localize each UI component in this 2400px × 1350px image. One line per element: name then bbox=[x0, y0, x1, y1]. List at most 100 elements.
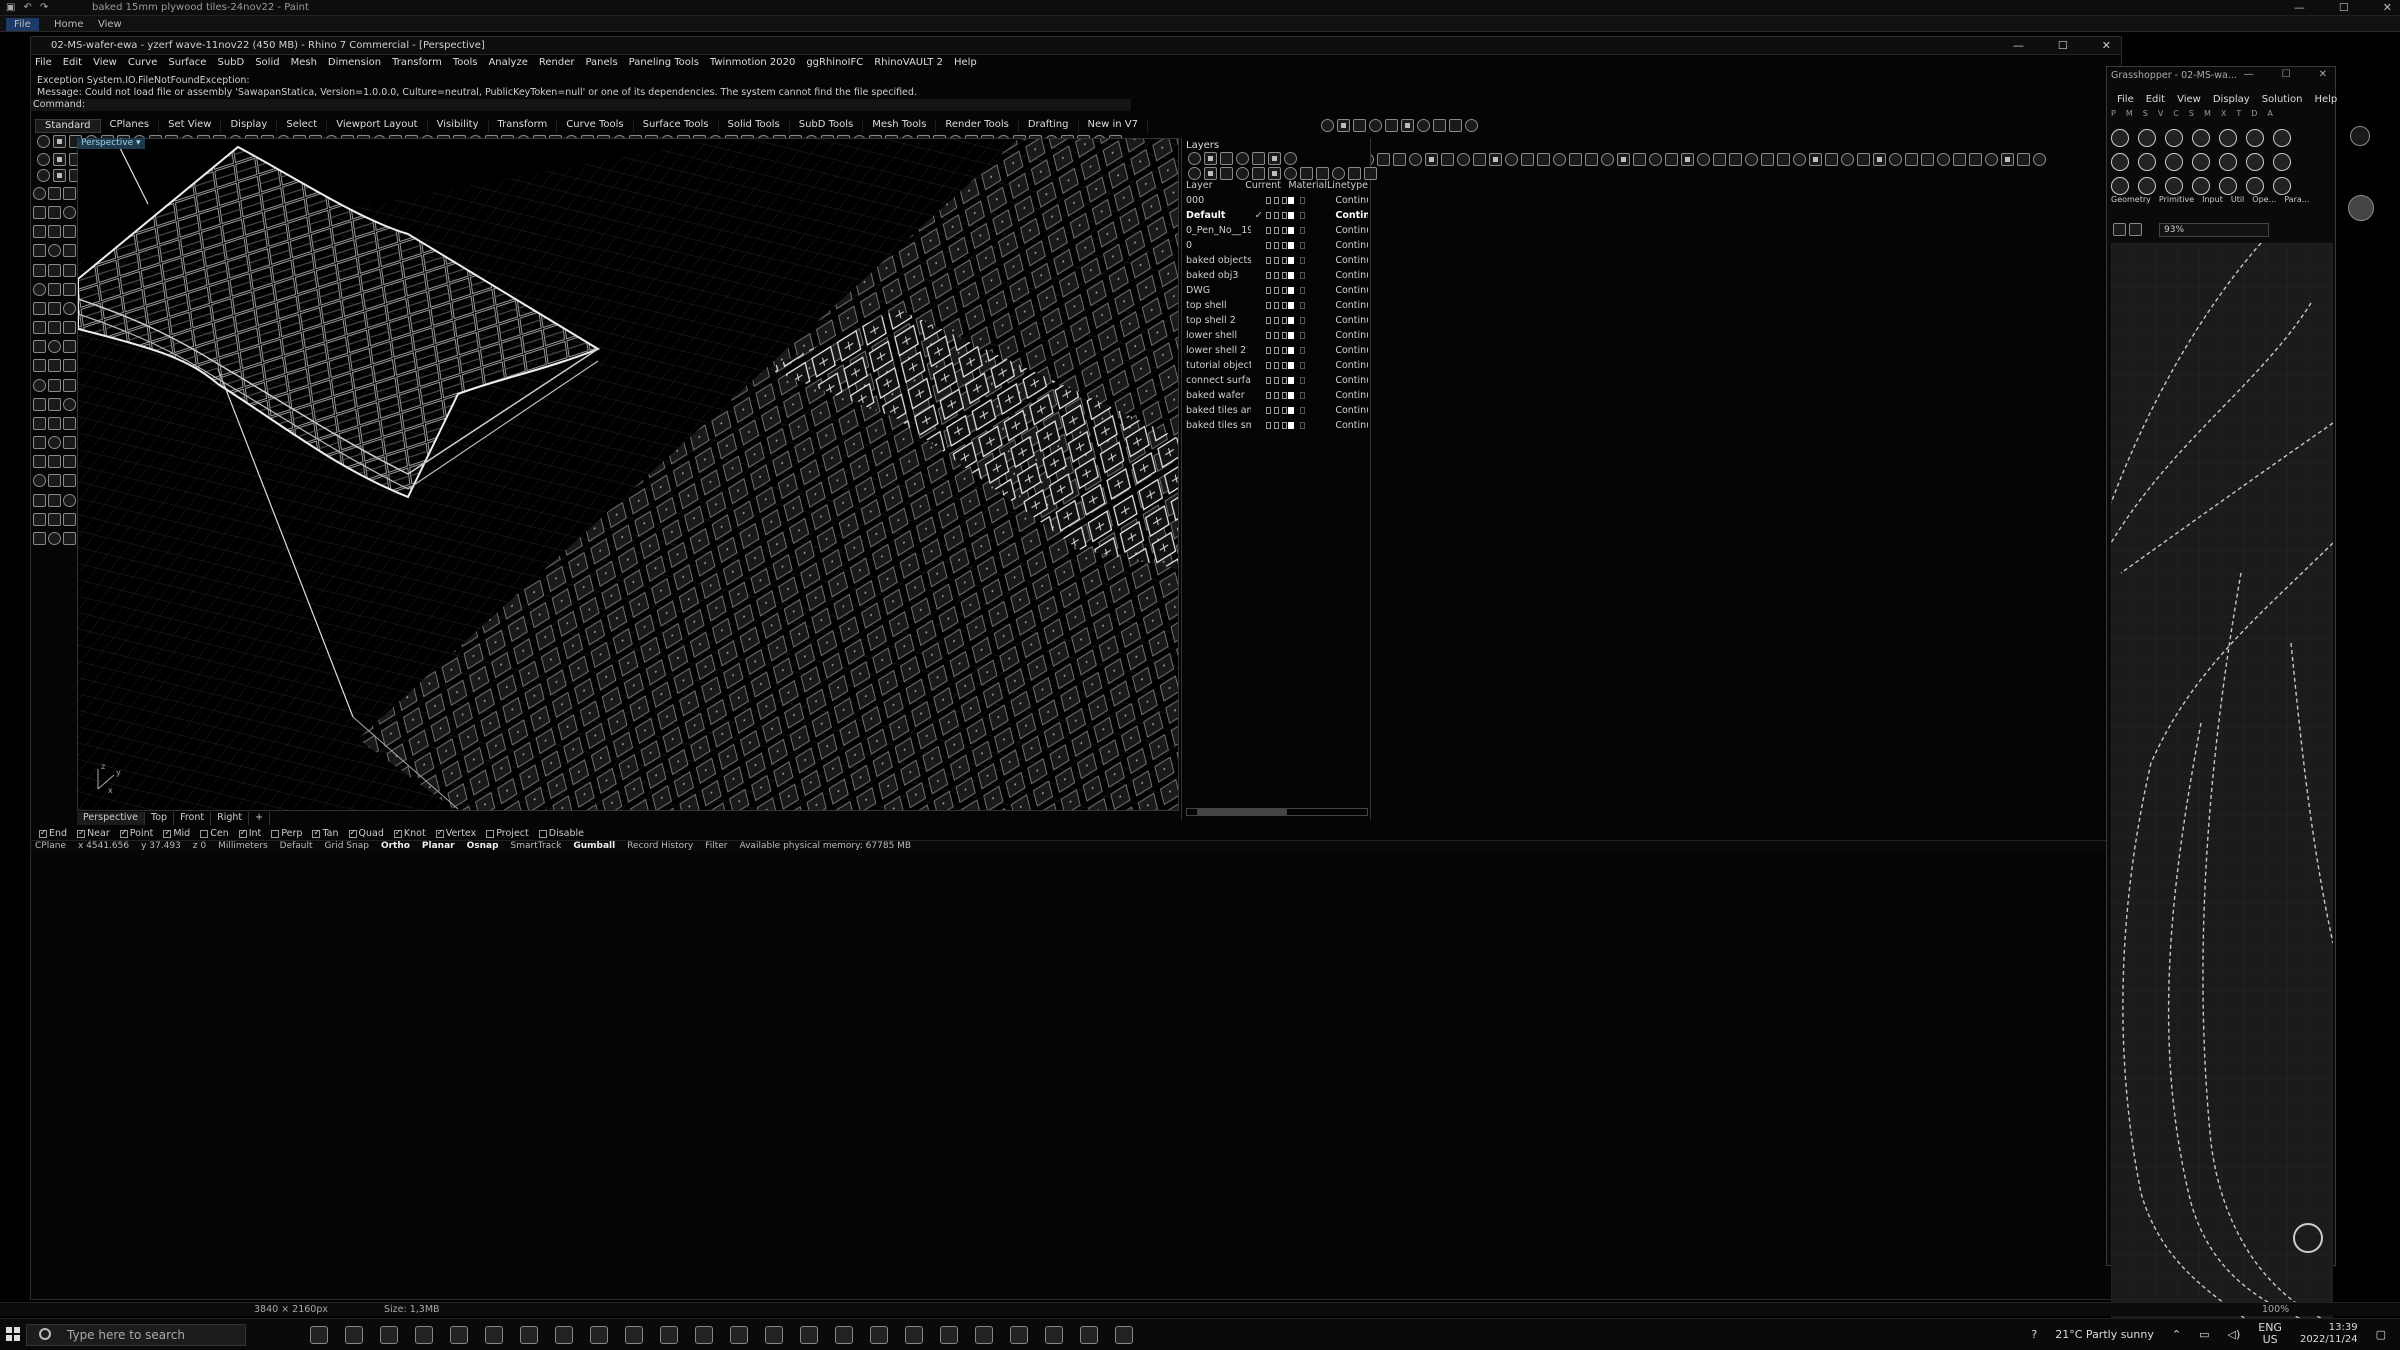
gh-component-icon[interactable] bbox=[2192, 153, 2210, 171]
layer-visibility-icons[interactable] bbox=[1266, 317, 1288, 324]
print-icon[interactable] bbox=[1282, 302, 1288, 309]
taskbar-app-icon[interactable] bbox=[835, 1326, 853, 1344]
gumball-toggle[interactable]: Gumball bbox=[573, 841, 615, 852]
record-history-toggle[interactable]: Record History bbox=[627, 841, 693, 852]
lock-icon[interactable] bbox=[1274, 212, 1280, 219]
viewport-tab[interactable]: Right bbox=[211, 812, 250, 825]
render-tool-icon[interactable] bbox=[1777, 153, 1790, 166]
layer-linetype[interactable]: Continuous bbox=[1335, 315, 1368, 326]
render-tool-icon[interactable] bbox=[1409, 153, 1422, 166]
palette-tool-icon[interactable] bbox=[48, 531, 61, 545]
sphere-icon[interactable] bbox=[2350, 126, 2370, 146]
viewport-title[interactable]: Perspective ▾ bbox=[77, 138, 145, 149]
gh-category-label[interactable]: Primitive bbox=[2159, 195, 2194, 204]
taskbar-app-icon[interactable] bbox=[800, 1326, 818, 1344]
taskbar-app-icon[interactable] bbox=[975, 1326, 993, 1344]
toolbar-tab[interactable]: Drafting bbox=[1019, 119, 1079, 133]
menu-item[interactable]: Mesh bbox=[291, 57, 317, 72]
layer-row[interactable]: tutorial object Continuous bbox=[1186, 358, 1368, 373]
palette-tool-icon[interactable] bbox=[63, 301, 76, 315]
menu-item[interactable]: Panels bbox=[585, 57, 617, 72]
palette-tool-icon[interactable] bbox=[33, 397, 46, 411]
lock-icon[interactable] bbox=[1274, 287, 1280, 294]
gh-ribbon-tab[interactable]: D bbox=[2251, 109, 2257, 119]
layer-color-swatch[interactable] bbox=[1288, 287, 1294, 294]
gh-category-label[interactable]: Ope... bbox=[2252, 195, 2276, 204]
gh-menu-item[interactable]: File bbox=[2117, 94, 2134, 105]
render-tool-icon[interactable] bbox=[1713, 153, 1726, 166]
windows-start-icon[interactable] bbox=[6, 1327, 20, 1341]
print-icon[interactable] bbox=[1282, 257, 1288, 264]
layer-linetype[interactable]: Continuous bbox=[1335, 225, 1368, 236]
layer-tool-icon[interactable] bbox=[1364, 167, 1377, 180]
smarttrack-toggle[interactable]: SmartTrack bbox=[511, 841, 562, 852]
palette-tool-icon[interactable] bbox=[33, 321, 46, 335]
layer-tool-icon[interactable] bbox=[1188, 167, 1201, 180]
gh-component-icon[interactable] bbox=[2165, 129, 2183, 147]
grasshopper-zoom-field[interactable]: 93% bbox=[2159, 223, 2269, 237]
planar-toggle[interactable]: Planar bbox=[422, 841, 455, 852]
taskbar-app-icon[interactable] bbox=[590, 1326, 608, 1344]
layer-row[interactable]: 0 Continuous bbox=[1186, 238, 1368, 253]
layer-tool-icon[interactable] bbox=[1236, 152, 1249, 165]
menu-item[interactable]: Edit bbox=[63, 57, 82, 72]
bulb-icon[interactable] bbox=[1266, 227, 1272, 234]
open-icon[interactable] bbox=[2129, 223, 2142, 236]
print-icon[interactable] bbox=[1282, 287, 1288, 294]
layer-color-swatch[interactable] bbox=[1288, 377, 1294, 384]
menu-item[interactable]: Render bbox=[539, 57, 575, 72]
osnap-checkbox[interactable]: Mid bbox=[163, 827, 190, 840]
print-icon[interactable] bbox=[1282, 272, 1288, 279]
notification-icon[interactable]: ▢ bbox=[2376, 1328, 2386, 1341]
maximize-button[interactable]: ☐ bbox=[2339, 1, 2349, 14]
gh-component-icon[interactable] bbox=[2192, 177, 2210, 195]
palette-tool-icon[interactable] bbox=[33, 512, 46, 526]
taskbar-app-icon[interactable] bbox=[695, 1326, 713, 1344]
tray-chevron-icon[interactable]: ⌃ bbox=[2172, 1328, 2181, 1341]
layer-material-swatch[interactable] bbox=[1299, 332, 1306, 339]
render-tool-icon[interactable] bbox=[1617, 153, 1630, 166]
display-tool-icon[interactable] bbox=[1465, 119, 1478, 132]
add-viewport-icon[interactable]: + bbox=[249, 812, 271, 825]
layer-tool-icon[interactable] bbox=[1204, 167, 1217, 180]
layer-row[interactable]: baked tiles smal... Continuous bbox=[1186, 418, 1368, 433]
taskbar-app-icon[interactable] bbox=[765, 1326, 783, 1344]
lock-icon[interactable] bbox=[1274, 347, 1280, 354]
layer-linetype[interactable]: Continuous bbox=[1335, 300, 1368, 311]
osnap-checkbox[interactable]: Knot bbox=[393, 827, 426, 840]
lock-icon[interactable] bbox=[1274, 257, 1280, 264]
palette-tool-icon[interactable] bbox=[63, 416, 76, 430]
palette-tool-icon[interactable] bbox=[63, 531, 76, 545]
render-tool-icon[interactable] bbox=[1937, 153, 1950, 166]
gh-ribbon-tab[interactable]: X bbox=[2221, 109, 2226, 119]
layer-visibility-icons[interactable] bbox=[1266, 407, 1288, 414]
palette-tool-icon[interactable] bbox=[33, 340, 46, 354]
palette-tool-icon[interactable] bbox=[33, 378, 46, 392]
gh-component-icon[interactable] bbox=[2246, 177, 2264, 195]
toolbar-tab[interactable]: Transform bbox=[489, 119, 558, 133]
palette-tool-icon[interactable] bbox=[63, 187, 76, 200]
gh-close-button[interactable]: ✕ bbox=[2319, 69, 2327, 80]
toolbar-tab[interactable]: Viewport Layout bbox=[327, 119, 428, 133]
layer-material-swatch[interactable] bbox=[1299, 212, 1306, 219]
toolbar-tab[interactable]: Display bbox=[221, 119, 278, 133]
render-tool-icon[interactable] bbox=[2033, 153, 2046, 166]
render-tool-icon[interactable] bbox=[1761, 153, 1774, 166]
render-tool-icon[interactable] bbox=[1809, 153, 1822, 166]
ortho-toggle[interactable]: Ortho bbox=[381, 841, 410, 852]
layer-tool-icon[interactable] bbox=[1252, 152, 1265, 165]
palette-tool-icon[interactable] bbox=[63, 340, 76, 354]
gh-component-icon[interactable] bbox=[2138, 153, 2156, 171]
palette-tool-icon[interactable] bbox=[48, 397, 61, 411]
navigation-compass-icon[interactable] bbox=[2293, 1223, 2323, 1253]
osnap-checkbox[interactable]: Project bbox=[486, 827, 529, 840]
layer-linetype[interactable]: Continuous bbox=[1335, 330, 1368, 341]
layer-visibility-icons[interactable] bbox=[1266, 272, 1288, 279]
gh-component-icon[interactable] bbox=[2246, 129, 2264, 147]
lock-icon[interactable] bbox=[1274, 422, 1280, 429]
osnap-checkbox[interactable]: Tan bbox=[312, 827, 339, 840]
lock-icon[interactable] bbox=[1274, 302, 1280, 309]
osnap-checkbox[interactable]: End bbox=[39, 827, 67, 840]
palette-tool-icon[interactable] bbox=[63, 397, 76, 411]
render-tool-icon[interactable] bbox=[1441, 153, 1454, 166]
